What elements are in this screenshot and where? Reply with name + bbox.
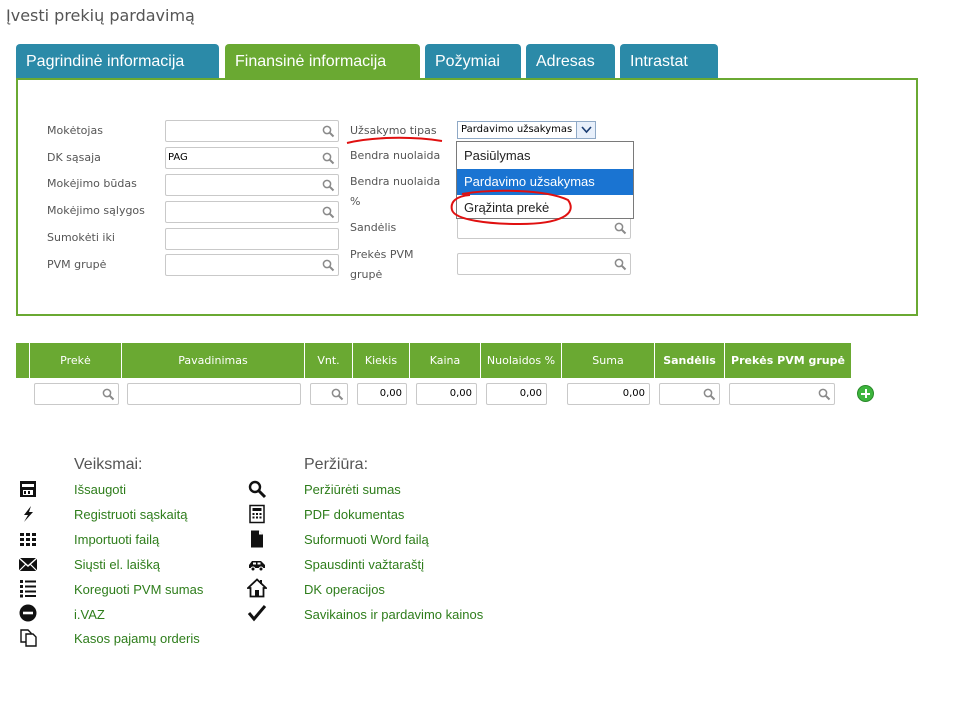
tab-financial-info[interactable]: Finansinė informacija <box>225 44 420 79</box>
row-item-vat-group-input[interactable] <box>729 383 835 405</box>
action-import-file[interactable]: Importuoti failą <box>74 532 159 547</box>
preview-heading: Peržiūra: <box>304 456 369 473</box>
vat-group-input[interactable] <box>165 254 339 276</box>
grid-header-price: Kaina <box>410 343 481 378</box>
preview-dk-operations[interactable]: DK operacijos <box>304 582 385 597</box>
row-quantity-input[interactable]: 0,00 <box>357 383 407 405</box>
pay-until-input[interactable] <box>165 228 339 250</box>
grid-header-name: Pavadinimas <box>122 343 305 378</box>
grid-icon[interactable] <box>18 529 38 549</box>
payer-label: Mokėtojas <box>47 124 103 137</box>
grid-header-unit: Vnt. <box>305 343 353 378</box>
search-icon[interactable] <box>102 388 115 401</box>
search-icon[interactable] <box>331 388 344 401</box>
action-send-email[interactable]: Siųsti el. laišką <box>74 557 160 572</box>
search-icon[interactable] <box>614 258 627 271</box>
dropdown-option-sales-order[interactable]: Pardavimo užsakymas <box>457 169 633 195</box>
grid-header-item-vat-group: Prekės PVM grupė <box>725 343 851 378</box>
actions-heading: Veiksmai: <box>74 456 143 473</box>
magnifier-icon[interactable] <box>247 479 267 499</box>
total-discount-pct-label: Bendra nuolaida <box>350 175 441 188</box>
add-row-icon[interactable] <box>857 385 874 402</box>
order-type-value: Pardavimo užsakymas <box>461 124 573 135</box>
row-name-input[interactable] <box>127 383 301 405</box>
preview-pdf-document[interactable]: PDF dokumentas <box>304 507 404 522</box>
row-unit-input[interactable] <box>310 383 348 405</box>
tab-address[interactable]: Adresas <box>526 44 615 79</box>
pay-until-label: Sumokėti iki <box>47 231 115 244</box>
row-price-input[interactable]: 0,00 <box>416 383 477 405</box>
checkmark-icon[interactable] <box>247 603 267 623</box>
percent-sign-label: % <box>350 195 361 208</box>
page-title: Įvesti prekių pardavimą <box>6 6 195 25</box>
payment-method-input[interactable] <box>165 174 339 196</box>
search-icon[interactable] <box>322 125 335 138</box>
dk-input[interactable]: PAG <box>165 147 339 169</box>
dropdown-option-offer[interactable]: Pasiūlymas <box>457 143 633 169</box>
total-discount-label: Bendra nuolaida <box>350 149 441 162</box>
list-icon[interactable] <box>18 578 38 598</box>
copy-document-icon[interactable] <box>18 628 38 648</box>
grid-header-discount: Nuolaidos % <box>481 343 562 378</box>
envelope-icon[interactable] <box>18 554 38 574</box>
order-type-label: Užsakymo tipas <box>350 124 437 137</box>
dk-value: PAG <box>168 152 188 163</box>
document-icon[interactable] <box>247 529 267 549</box>
tab-attributes[interactable]: Požymiai <box>425 44 521 79</box>
preview-view-sums[interactable]: Peržiūrėti sumas <box>304 482 401 497</box>
search-icon[interactable] <box>322 206 335 219</box>
action-ivaz[interactable]: i.VAZ <box>74 607 105 622</box>
search-icon[interactable] <box>322 259 335 272</box>
payer-input[interactable] <box>165 120 339 142</box>
preview-print-waybill[interactable]: Spausdinti važtaraštį <box>304 557 424 572</box>
payment-method-label: Mokėjimo būdas <box>47 177 137 190</box>
grid-header-spacer <box>16 343 30 378</box>
payment-terms-input[interactable] <box>165 201 339 223</box>
item-vat-group-label: Prekės PVM <box>350 248 414 261</box>
row-discount-input[interactable]: 0,00 <box>486 383 547 405</box>
order-type-select[interactable]: Pardavimo užsakymas <box>457 121 596 139</box>
house-icon[interactable] <box>247 578 267 598</box>
action-adjust-vat[interactable]: Koreguoti PVM sumas <box>74 582 203 597</box>
lightning-icon[interactable] <box>18 504 38 524</box>
action-save[interactable]: Išsaugoti <box>74 482 126 497</box>
action-cash-receipt-order[interactable]: Kasos pajamų orderis <box>74 631 200 646</box>
car-icon[interactable] <box>247 554 267 574</box>
tab-intrastat[interactable]: Intrastat <box>620 44 718 79</box>
grid-header-item: Prekė <box>30 343 122 378</box>
grid-header-warehouse: Sandėlis <box>655 343 725 378</box>
order-type-dropdown: Pasiūlymas Pardavimo užsakymas Grąžinta … <box>456 141 634 219</box>
dk-label: DK sąsaja <box>47 151 101 164</box>
row-warehouse-input[interactable] <box>659 383 720 405</box>
search-icon[interactable] <box>322 179 335 192</box>
warehouse-label: Sandėlis <box>350 221 397 234</box>
preview-word-file[interactable]: Suformuoti Word failą <box>304 532 429 547</box>
search-icon[interactable] <box>818 388 831 401</box>
grid-header-quantity: Kiekis <box>353 343 410 378</box>
minus-circle-icon[interactable] <box>18 603 38 623</box>
dropdown-option-returned-item[interactable]: Grąžinta prekė <box>457 195 633 221</box>
grid-header-sum: Suma <box>562 343 655 378</box>
row-sum-input[interactable]: 0,00 <box>567 383 650 405</box>
chevron-down-icon[interactable] <box>576 122 595 138</box>
row-item-input[interactable] <box>34 383 119 405</box>
item-vat-group-label-2: grupė <box>350 268 383 281</box>
calculator-icon[interactable] <box>247 504 267 524</box>
payment-terms-label: Mokėjimo sąlygos <box>47 204 145 217</box>
vat-group-label: PVM grupė <box>47 258 107 271</box>
save-icon[interactable] <box>18 479 38 499</box>
tab-basic-info[interactable]: Pagrindinė informacija <box>16 44 219 79</box>
item-vat-group-input[interactable] <box>457 253 631 275</box>
action-register-invoice[interactable]: Registruoti sąskaitą <box>74 507 187 522</box>
search-icon[interactable] <box>614 222 627 235</box>
search-icon[interactable] <box>322 152 335 165</box>
preview-cost-sale-prices[interactable]: Savikainos ir pardavimo kainos <box>304 607 483 622</box>
search-icon[interactable] <box>703 388 716 401</box>
